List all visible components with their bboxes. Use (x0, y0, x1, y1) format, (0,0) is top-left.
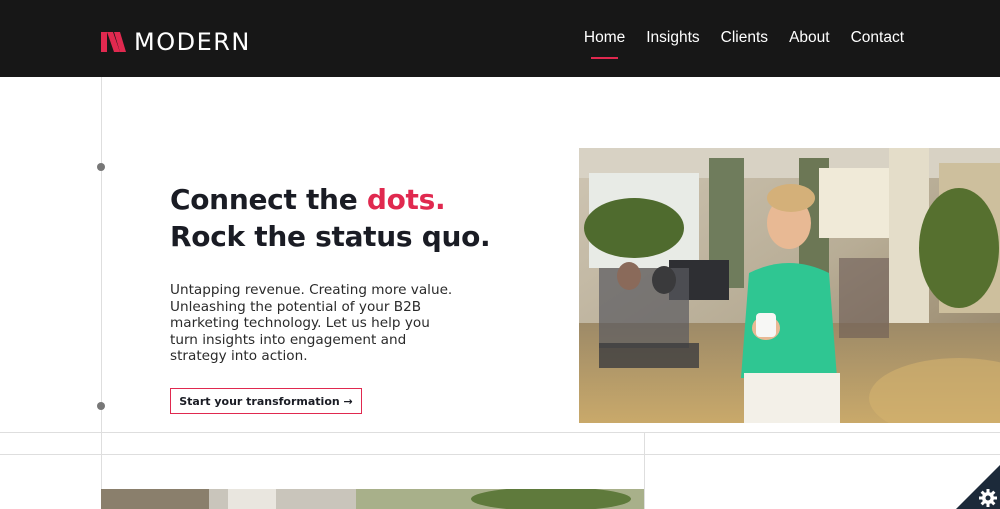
section-photo (101, 489, 644, 509)
hero-body: Untapping revenue. Creating more value. … (170, 282, 453, 364)
headline-accent: dots. (366, 183, 446, 216)
nav-contact[interactable]: Contact (851, 28, 904, 48)
guide-dot (97, 402, 105, 410)
nav-home[interactable]: Home (584, 28, 625, 59)
site-header: MODERN Home Insights Clients About Conta… (0, 0, 1000, 77)
brand-logo[interactable]: MODERN (101, 30, 251, 54)
guide-line (644, 432, 645, 509)
guide-line (0, 454, 1000, 455)
hero-photo (579, 148, 1000, 423)
start-transformation-button[interactable]: Start your transformation → (170, 388, 362, 414)
gear-icon (979, 489, 997, 507)
modern-logo-mark-icon (101, 32, 126, 52)
guide-line (101, 77, 102, 509)
guide-line (0, 432, 1000, 433)
brand-name: MODERN (134, 28, 251, 56)
nav-clients[interactable]: Clients (721, 28, 768, 48)
nav-about[interactable]: About (789, 28, 830, 48)
main-nav: Home Insights Clients About Contact (584, 28, 904, 59)
nav-insights[interactable]: Insights (646, 28, 699, 48)
headline-prefix: Connect the (170, 183, 367, 216)
settings-corner[interactable] (956, 465, 1000, 509)
guide-dot (97, 163, 105, 171)
hero-headline: Connect the dots. Rock the status quo. (170, 181, 491, 255)
headline-line2: Rock the status quo. (170, 220, 491, 253)
